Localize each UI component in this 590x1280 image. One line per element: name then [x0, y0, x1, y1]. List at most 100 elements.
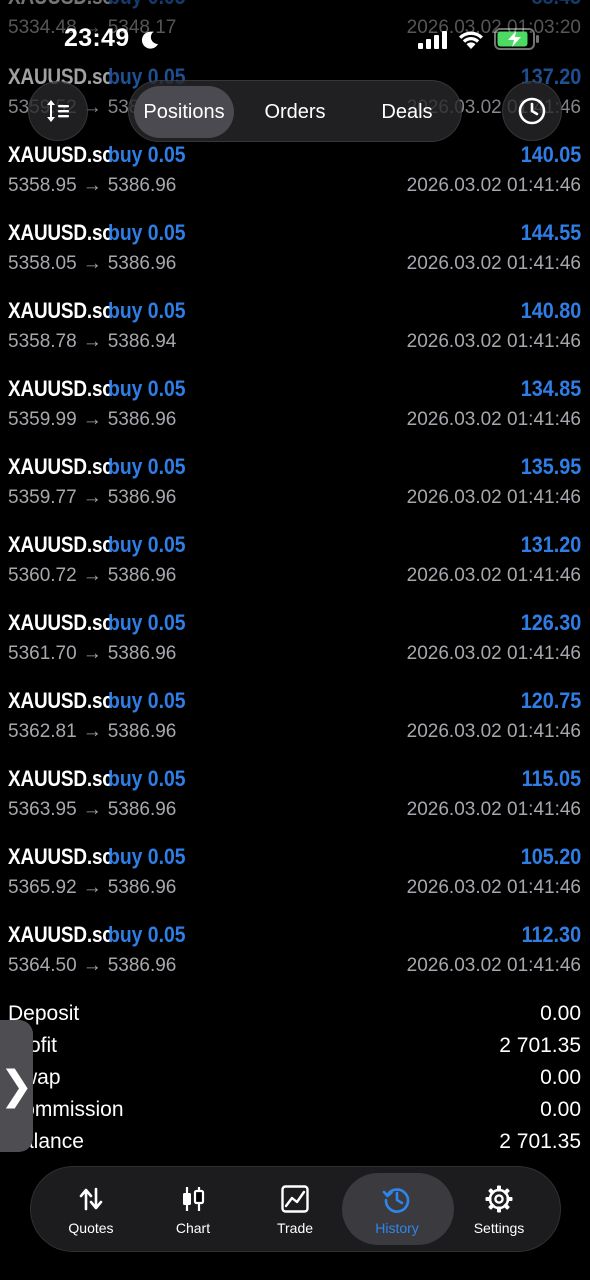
deal-side: buy 0.05: [108, 298, 186, 323]
deal-profit: 144.55: [520, 220, 581, 245]
summary-value: 2 701.35: [499, 1130, 581, 1153]
deal-side: buy 0.05: [108, 688, 186, 713]
focus-moon-icon: [141, 31, 158, 49]
deal-symbol: XAUUSD.sc: [8, 688, 113, 713]
deal-prices: 5361.70 → 5386.96: [8, 643, 176, 665]
deal-row[interactable]: XAUUSD.sc buy 0.05 131.20 5360.72 → 5386.9…: [0, 532, 590, 610]
deal-row[interactable]: XAUUSD.sc buy 0.05 126.30 5361.70 → 5386.9…: [0, 610, 590, 688]
deal-symbol: XAUUSD.sc: [8, 220, 113, 245]
summary-value: 0.00: [540, 1098, 581, 1121]
cellular-signal-icon: [418, 31, 447, 49]
deal-symbol: XAUUSD.sc: [8, 532, 113, 557]
tab-settings[interactable]: Settings: [447, 1167, 551, 1251]
deal-side: buy 0.05: [108, 142, 186, 167]
deal-side: buy 0.05: [108, 610, 186, 635]
deal-side: buy 0.05: [108, 844, 186, 869]
deal-symbol: XAUUSD.sc: [8, 844, 113, 869]
deal-side: buy 0.05: [108, 220, 186, 245]
status-bar: 23:49: [0, 0, 590, 70]
deal-time: 2026.03.02 01:41:46: [406, 175, 581, 196]
deal-time: 2026.03.02 01:41:46: [406, 877, 581, 898]
deal-row[interactable]: XAUUSD.sc buy 0.05 112.30 5364.50 → 5386.9…: [0, 922, 590, 1000]
sort-button[interactable]: [28, 81, 88, 141]
tab-quotes[interactable]: Quotes: [39, 1167, 143, 1251]
deal-time: 2026.03.02 01:41:46: [406, 487, 581, 508]
tab-label: Quotes: [68, 1220, 114, 1236]
deal-prices: 5358.95 → 5386.96: [8, 175, 176, 197]
close-price: 5386.96: [107, 565, 177, 586]
deal-prices: 5358.05 → 5386.96: [8, 253, 176, 275]
deal-row[interactable]: XAUUSD.sc buy 0.05 135.95 5359.77 → 5386.9…: [0, 454, 590, 532]
deal-profit: 140.80: [520, 298, 581, 323]
close-price: 5386.96: [107, 409, 177, 430]
deal-prices: 5364.50 → 5386.96: [8, 955, 176, 977]
deal-profit: 131.20: [520, 532, 581, 557]
tab-orders[interactable]: Orders: [243, 86, 347, 138]
arrow-right-icon: →: [82, 877, 102, 898]
history-summary: Deposit 0.00 Profit 2 701.35 Swap 0.00 C…: [0, 1000, 590, 1160]
tab-label: Settings: [473, 1220, 525, 1236]
deal-prices: 5359.77 → 5386.96: [8, 487, 176, 509]
deal-row[interactable]: XAUUSD.sc buy 0.05 105.20 5365.92 → 5386.9…: [0, 844, 590, 922]
arrow-right-icon: →: [82, 643, 102, 664]
deal-profit: 105.20: [520, 844, 581, 869]
deal-time: 2026.03.02 01:41:46: [406, 253, 581, 274]
deal-row[interactable]: XAUUSD.sc buy 0.05 115.05 5363.95 → 5386.9…: [0, 766, 590, 844]
summary-row-commission: Commission 0.00: [0, 1096, 590, 1128]
sort-icon: [47, 100, 69, 122]
tab-trade[interactable]: Trade: [243, 1167, 347, 1251]
deal-side: buy 0.05: [108, 922, 186, 947]
deal-symbol: XAUUSD.sc: [8, 922, 113, 947]
deal-prices: 5358.78 → 5386.94: [8, 331, 176, 353]
deal-prices: 5365.92 → 5386.96: [8, 877, 176, 899]
tab-label: History: [375, 1220, 419, 1236]
arrow-right-icon: →: [82, 409, 102, 430]
deal-profit: 134.85: [520, 376, 581, 401]
tab-positions[interactable]: Positions: [134, 86, 234, 138]
deal-prices: 5362.81 → 5386.96: [8, 721, 176, 743]
tab-history[interactable]: History: [345, 1167, 449, 1251]
tab-deals[interactable]: Deals: [357, 86, 457, 138]
open-price: 5364.50: [8, 955, 77, 976]
tab-chart[interactable]: Chart: [141, 1167, 245, 1251]
deal-row[interactable]: XAUUSD.sc buy 0.05 140.05 5358.95 → 5386.9…: [0, 142, 590, 220]
close-price: 5386.96: [107, 799, 177, 820]
deal-row[interactable]: XAUUSD.sc buy 0.05 144.55 5358.05 → 5386.9…: [0, 220, 590, 298]
trade-icon: [281, 1185, 309, 1213]
close-price: 5386.94: [107, 331, 177, 352]
open-price: 5359.99: [8, 409, 77, 430]
summary-row-balance: Balance 2 701.35: [0, 1128, 590, 1160]
tab-label: Trade: [276, 1220, 314, 1236]
chart-icon: [183, 1187, 205, 1211]
summary-row-deposit: Deposit 0.00: [0, 1000, 590, 1032]
settings-icon: [485, 1185, 513, 1213]
close-price: 5386.96: [107, 175, 177, 196]
quotes-icon: [79, 1187, 103, 1211]
deal-profit: 112.30: [521, 922, 581, 947]
open-price: 5358.78: [8, 331, 77, 352]
deal-row[interactable]: XAUUSD.sc buy 0.05 134.85 5359.99 → 5386.9…: [0, 376, 590, 454]
open-price: 5362.81: [8, 721, 77, 742]
deal-symbol: XAUUSD.sc: [8, 454, 113, 479]
deal-profit: 135.95: [520, 454, 581, 479]
close-price: 5386.96: [107, 877, 177, 898]
clock-icon: [518, 97, 546, 125]
arrow-right-icon: →: [82, 331, 102, 352]
period-button[interactable]: [502, 81, 562, 141]
summary-row-profit: Profit 2 701.35: [0, 1032, 590, 1064]
close-price: 5386.96: [107, 643, 177, 664]
deal-time: 2026.03.02 01:41:46: [406, 799, 581, 820]
deal-side: buy 0.05: [108, 766, 186, 791]
open-price: 5363.95: [8, 799, 77, 820]
deal-symbol: XAUUSD.sc: [8, 610, 113, 635]
deal-row[interactable]: XAUUSD.sc buy 0.05 140.80 5358.78 → 5386.9…: [0, 298, 590, 376]
deal-prices: 5359.99 → 5386.96: [8, 409, 176, 431]
deal-row[interactable]: XAUUSD.sc buy 0.05 120.75 5362.81 → 5386.9…: [0, 688, 590, 766]
status-time: 23:49: [64, 24, 130, 52]
open-price: 5360.72: [8, 565, 77, 586]
deal-time: 2026.03.02 01:41:46: [406, 955, 581, 976]
deal-symbol: XAUUSD.sc: [8, 766, 113, 791]
summary-value: 0.00: [540, 1066, 581, 1089]
deal-profit: 120.75: [520, 688, 581, 713]
side-drawer-handle[interactable]: ❯: [0, 1020, 33, 1152]
